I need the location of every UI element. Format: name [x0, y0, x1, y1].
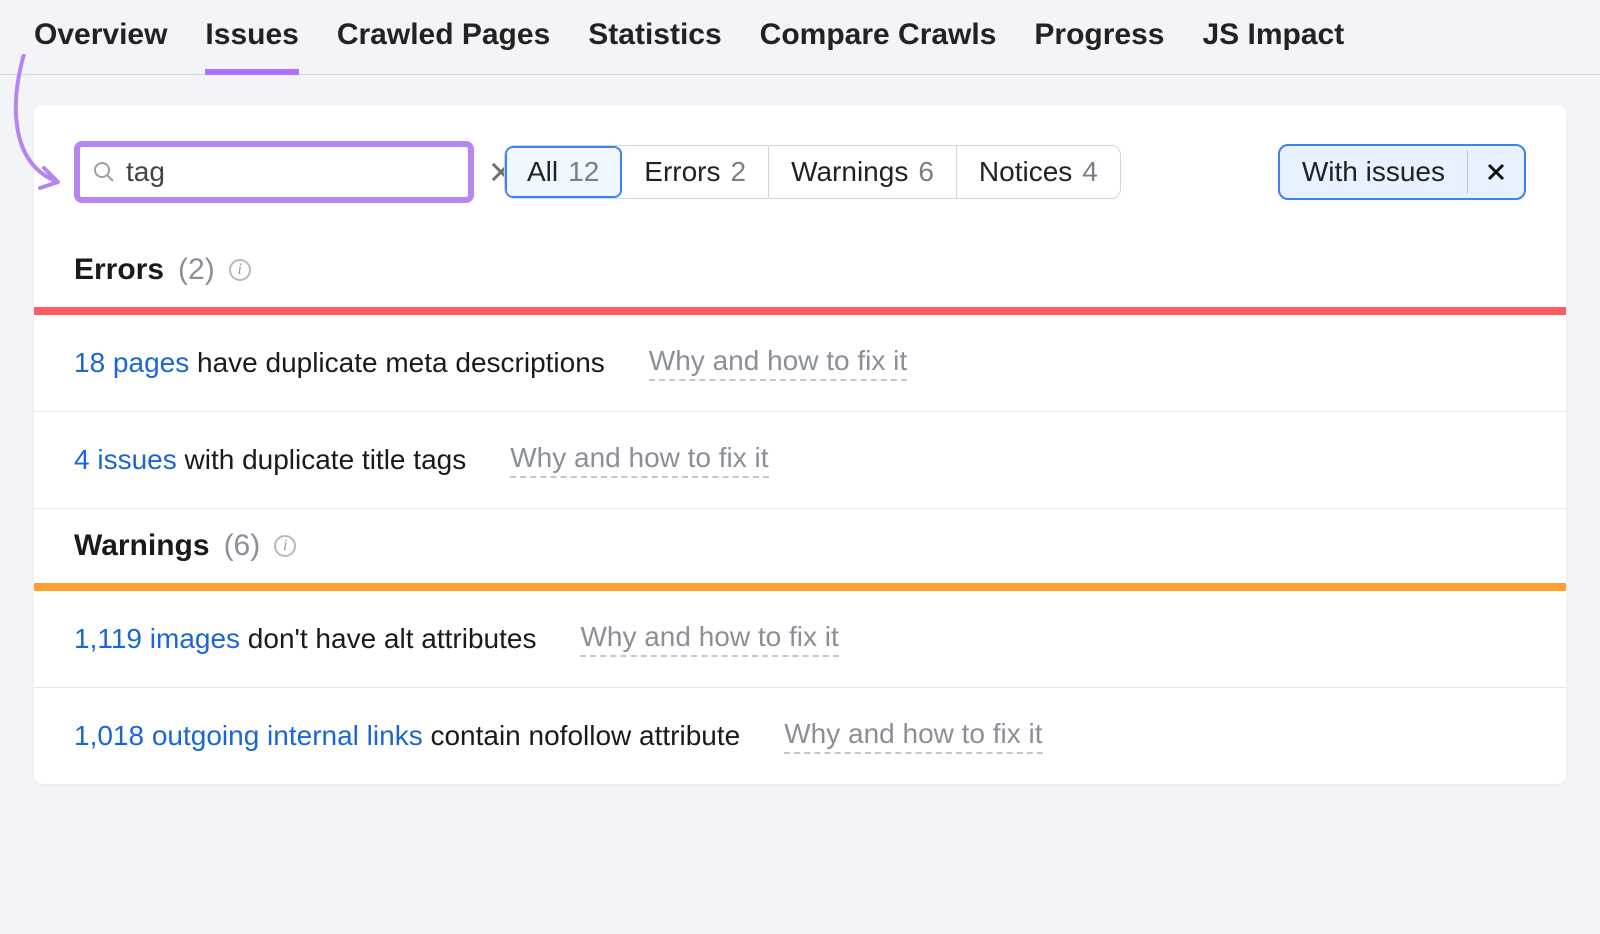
- issue-link[interactable]: 1,119 images: [74, 623, 240, 654]
- tab-compare-crawls[interactable]: Compare Crawls: [760, 18, 997, 74]
- errors-divider: [34, 307, 1566, 315]
- tab-crawled-pages[interactable]: Crawled Pages: [337, 18, 550, 74]
- filter-errors[interactable]: Errors 2: [622, 146, 769, 198]
- issue-row[interactable]: 18 pages have duplicate meta description…: [34, 315, 1566, 412]
- close-icon: [1484, 160, 1508, 184]
- search-input[interactable]: [126, 156, 487, 188]
- info-icon[interactable]: i: [274, 535, 296, 557]
- chip-label: With issues: [1280, 146, 1467, 198]
- chip-with-issues: With issues: [1278, 144, 1526, 200]
- section-errors-title: Errors: [74, 253, 164, 287]
- filter-errors-label: Errors: [644, 156, 720, 188]
- issue-link[interactable]: 4 issues: [74, 444, 177, 475]
- issue-rest: have duplicate meta descriptions: [189, 347, 605, 378]
- filter-notices-label: Notices: [979, 156, 1072, 188]
- search-box[interactable]: [74, 141, 474, 203]
- filter-all-label: All: [527, 156, 558, 188]
- filter-all[interactable]: All 12: [505, 146, 622, 198]
- filter-notices[interactable]: Notices 4: [957, 146, 1120, 198]
- issues-panel: All 12 Errors 2 Warnings 6 Notices 4 Wit…: [34, 105, 1566, 784]
- issue-rest: don't have alt attributes: [240, 623, 536, 654]
- search-icon: [92, 160, 116, 184]
- issue-row[interactable]: 1,018 outgoing internal links contain no…: [34, 688, 1566, 784]
- filter-warnings-label: Warnings: [791, 156, 908, 188]
- issue-link[interactable]: 1,018 outgoing internal links: [74, 720, 423, 751]
- issue-link[interactable]: 18 pages: [74, 347, 189, 378]
- tab-overview[interactable]: Overview: [34, 18, 167, 74]
- section-warnings-count: (6): [224, 529, 261, 563]
- issue-row[interactable]: 4 issues with duplicate title tags Why a…: [34, 412, 1566, 509]
- filter-warnings-count: 6: [918, 156, 934, 188]
- section-warnings-title: Warnings: [74, 529, 210, 563]
- filter-warnings[interactable]: Warnings 6: [769, 146, 957, 198]
- tab-js-impact[interactable]: JS Impact: [1202, 18, 1344, 74]
- top-tabs: Overview Issues Crawled Pages Statistics…: [0, 0, 1600, 75]
- info-icon[interactable]: i: [229, 259, 251, 281]
- issue-text: 18 pages have duplicate meta description…: [74, 347, 605, 379]
- active-filters: With issues: [1278, 144, 1526, 200]
- toolbar: All 12 Errors 2 Warnings 6 Notices 4 Wit…: [34, 141, 1566, 233]
- severity-filter: All 12 Errors 2 Warnings 6 Notices 4: [504, 145, 1121, 199]
- chip-remove[interactable]: [1467, 150, 1524, 194]
- issue-text: 1,119 images don't have alt attributes: [74, 623, 536, 655]
- section-errors-count: (2): [178, 253, 215, 287]
- fix-link[interactable]: Why and how to fix it: [510, 442, 768, 478]
- tab-issues[interactable]: Issues: [205, 18, 298, 74]
- fix-link[interactable]: Why and how to fix it: [580, 621, 838, 657]
- issue-rest: with duplicate title tags: [177, 444, 467, 475]
- issue-rest: contain nofollow attribute: [423, 720, 741, 751]
- fix-link[interactable]: Why and how to fix it: [649, 345, 907, 381]
- section-warnings-head: Warnings (6) i: [34, 509, 1566, 583]
- fix-link[interactable]: Why and how to fix it: [784, 718, 1042, 754]
- tab-progress[interactable]: Progress: [1034, 18, 1164, 74]
- warnings-divider: [34, 583, 1566, 591]
- filter-notices-count: 4: [1082, 156, 1098, 188]
- issue-text: 1,018 outgoing internal links contain no…: [74, 720, 740, 752]
- filter-errors-count: 2: [731, 156, 747, 188]
- section-errors-head: Errors (2) i: [34, 233, 1566, 307]
- issue-text: 4 issues with duplicate title tags: [74, 444, 466, 476]
- issue-row[interactable]: 1,119 images don't have alt attributes W…: [34, 591, 1566, 688]
- filter-all-count: 12: [568, 156, 599, 188]
- tab-statistics[interactable]: Statistics: [588, 18, 721, 74]
